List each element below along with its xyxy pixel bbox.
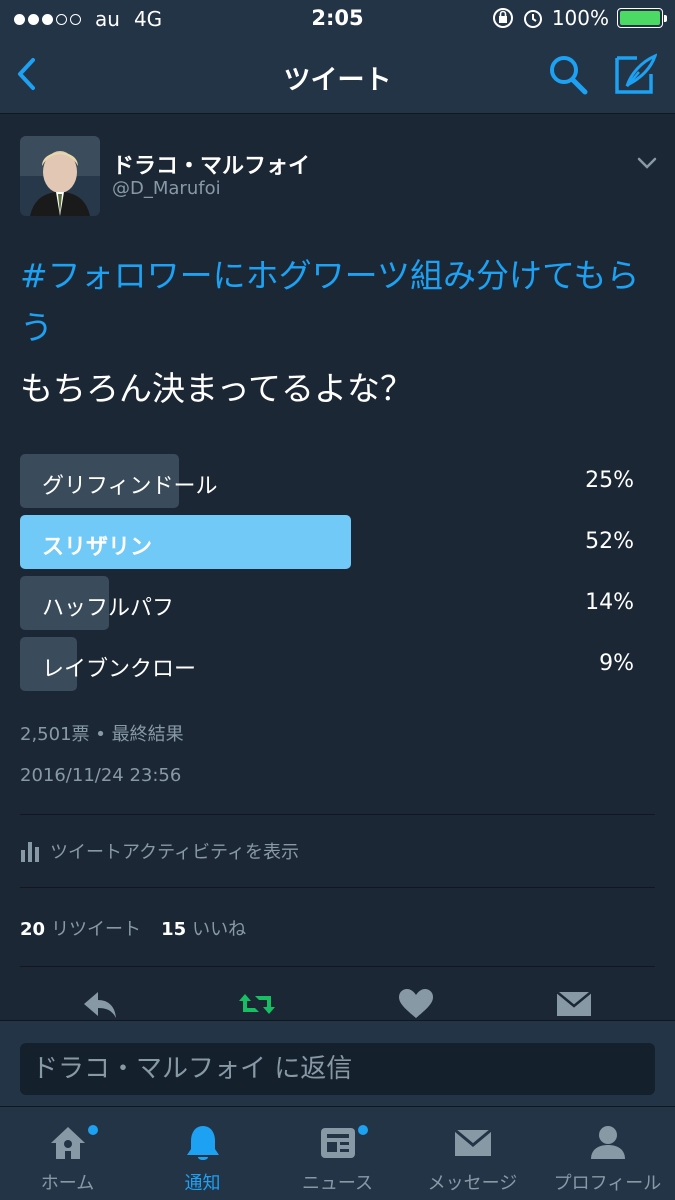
tab-bar: ホーム 通知 ニュース メッセージ プロフィール <box>0 1106 675 1200</box>
notification-badge <box>88 1125 98 1135</box>
tab-label: ホーム <box>40 1173 95 1194</box>
person-icon <box>591 1126 625 1159</box>
author-handle[interactable]: @D_Marufoi <box>112 178 221 199</box>
tab-label: ニュース <box>301 1173 374 1194</box>
tweet-text: もちろん決まってるよな？ <box>20 369 414 408</box>
poll-summary: 2,501票 • 最終結果 <box>20 724 184 745</box>
poll-option-label: ハッフルパフ <box>42 596 175 621</box>
retweet-icon[interactable] <box>237 988 277 1020</box>
tweet-actions <box>0 988 675 1020</box>
poll-option-percent: 25% <box>585 468 634 493</box>
compose-icon[interactable] <box>613 52 657 96</box>
tab-label: メッセージ <box>427 1173 518 1194</box>
search-icon[interactable] <box>548 54 588 96</box>
tab-home[interactable]: ホーム <box>0 1107 135 1200</box>
home-icon <box>51 1127 85 1159</box>
avatar[interactable] <box>20 136 100 216</box>
tab-notifications[interactable]: 通知 <box>135 1107 270 1200</box>
battery-icon <box>617 8 667 28</box>
heart-icon[interactable] <box>396 988 436 1020</box>
share-envelope-icon[interactable] <box>554 988 594 1020</box>
reply-icon[interactable] <box>80 988 120 1020</box>
poll-option-gryffindor: グリフィンドール 25% <box>20 454 634 508</box>
news-icon <box>321 1128 355 1158</box>
like-label[interactable]: いいね <box>192 915 246 941</box>
status-bar: au 4G 2:05 100% <box>0 0 675 38</box>
notification-badge <box>358 1125 368 1135</box>
poll-option-ravenclaw: レイブンクロー 9% <box>20 637 634 691</box>
divider <box>20 966 655 967</box>
poll-option-percent: 52% <box>585 529 634 554</box>
envelope-icon <box>454 1128 492 1156</box>
tweet-activity-label: ツイートアクティビティを表示 <box>50 842 299 863</box>
tab-label: 通知 <box>184 1173 221 1194</box>
poll-option-slytherin: スリザリン 52% <box>20 515 634 569</box>
poll-option-hufflepuff: ハッフルパフ 14% <box>20 576 634 630</box>
chevron-down-icon[interactable] <box>634 150 660 176</box>
author-name[interactable]: ドラコ・マルフォイ <box>112 148 310 180</box>
alarm-icon <box>523 10 542 28</box>
poll-option-percent: 9% <box>599 651 634 676</box>
tab-messages[interactable]: メッセージ <box>405 1107 540 1200</box>
tab-profile[interactable]: プロフィール <box>540 1107 675 1200</box>
battery-percent: 100% <box>551 6 609 30</box>
divider <box>20 814 655 815</box>
nav-bar: ツイート <box>0 38 675 114</box>
poll-option-percent: 14% <box>585 590 634 615</box>
orientation-lock-icon <box>492 8 513 28</box>
reply-input[interactable] <box>20 1043 655 1095</box>
bar-chart-icon <box>21 842 39 862</box>
status-right: 100% <box>492 6 667 30</box>
reply-bar <box>0 1020 675 1106</box>
bell-icon <box>187 1126 219 1160</box>
poll-option-label: レイブンクロー <box>42 657 197 682</box>
tab-label: プロフィール <box>553 1173 662 1194</box>
retweet-count[interactable]: 20 <box>20 919 45 940</box>
poll-option-label: グリフィンドール <box>42 474 218 499</box>
retweet-label[interactable]: リツイート <box>51 915 141 941</box>
hashtag-link[interactable]: #フォロワーにホグワーツ組み分けてもらう <box>20 250 640 354</box>
like-count[interactable]: 15 <box>161 919 186 940</box>
engagement-stats: 20 リツイート 15 いいね <box>20 915 246 941</box>
tweet-timestamp: 2016/11/24 23:56 <box>20 765 182 786</box>
tweet-activity-link[interactable]: ツイートアクティビティを表示 <box>20 838 299 864</box>
divider <box>20 887 655 888</box>
tab-news[interactable]: ニュース <box>270 1107 405 1200</box>
poll-option-label: スリザリン <box>42 535 153 560</box>
